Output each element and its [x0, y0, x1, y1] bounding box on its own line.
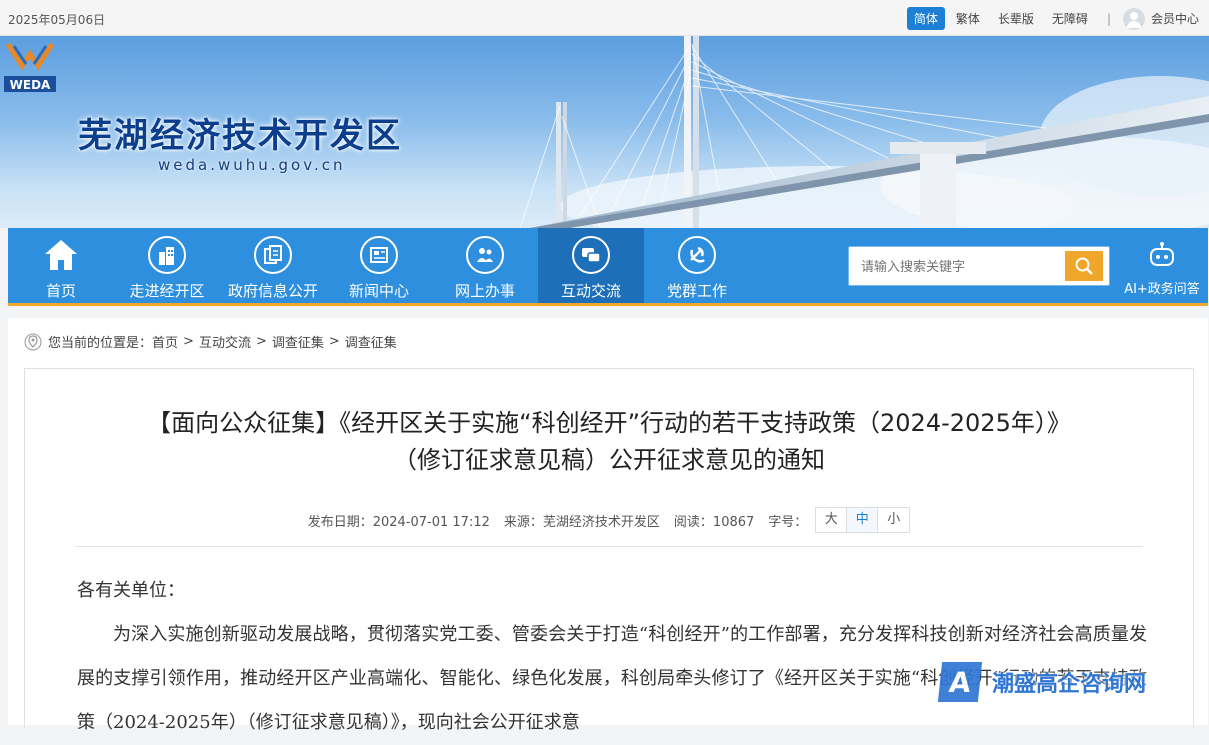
simplified-chinese-link[interactable]: 简体	[906, 7, 945, 30]
newspaper-icon	[360, 236, 398, 274]
nav-item-interaction[interactable]: 互动交流	[538, 228, 644, 303]
search-box	[848, 246, 1110, 286]
people-icon	[466, 236, 504, 274]
publish-date-label: 发布日期：	[307, 514, 373, 530]
article-title-line2: （修订征求意见稿）公开征求意见的通知	[393, 446, 825, 474]
nav-label: 政府信息公开	[227, 282, 318, 300]
breadcrumb: 您当前的位置是： 首页 > 互动交流 > 调查征集 > 调查征集	[24, 332, 397, 351]
nav-item-gov-info[interactable]: 政府信息公开	[220, 228, 326, 303]
top-bar: 2025年05月06日 简体 繁体 长辈版 无障碍 | 会员中心	[0, 0, 1209, 36]
nav-item-home[interactable]: 首页	[8, 228, 114, 303]
member-center-link[interactable]: 会员中心	[1151, 10, 1199, 27]
article-title: 【面向公众征集】《经开区关于实施“科创经开”行动的若干支持政策（2024-202…	[25, 405, 1193, 479]
font-size-large-button[interactable]: 大	[816, 508, 848, 532]
current-date: 2025年05月06日	[8, 13, 106, 27]
breadcrumb-home[interactable]: 首页	[152, 332, 178, 351]
view-count: 阅读：10867	[674, 511, 754, 530]
views-value: 10867	[712, 514, 755, 530]
nav-item-party-work[interactable]: 党群工作	[644, 228, 750, 303]
buildings-icon	[148, 236, 186, 274]
article-title-line1: 【面向公众征集】《经开区关于实施“科创经开”行动的若干支持政策（2024-202…	[147, 409, 1071, 437]
nav-item-online-service[interactable]: 网上办事	[432, 228, 538, 303]
top-links: 简体 繁体 长辈版 无障碍 | 会员中心	[903, 7, 1199, 30]
meta-divider	[75, 546, 1143, 547]
ai-assistant-button[interactable]: AI+政务问答	[1112, 242, 1209, 297]
breadcrumb-prefix: 您当前的位置是：	[48, 336, 153, 351]
font-size-medium-button[interactable]: 中	[847, 508, 879, 532]
ai-label: AI+政务问答	[1124, 282, 1200, 297]
font-size-small-button[interactable]: 小	[878, 508, 909, 532]
site-title[interactable]: 芜湖经济技术开发区	[78, 108, 402, 157]
nav-label: 互动交流	[560, 282, 621, 300]
traditional-chinese-link[interactable]: 繁体	[949, 7, 987, 30]
weda-logo-icon: WEDA	[4, 42, 56, 92]
views-label: 阅读：	[673, 514, 713, 530]
publish-date-value: 2024-07-01 17:12	[372, 514, 490, 530]
logo-text: WEDA	[10, 78, 51, 92]
nav-item-about[interactable]: 走进经开区	[114, 228, 220, 303]
robot-icon	[1150, 242, 1174, 266]
breadcrumb-separator: >	[183, 334, 194, 349]
search-button[interactable]	[1065, 251, 1103, 281]
site-watermark: A 潮盛高企咨询网	[937, 662, 1147, 702]
chat-icon	[572, 236, 610, 274]
nav-label: 党群工作	[666, 282, 727, 300]
source: 来源：芜湖经济技术开发区	[504, 511, 660, 530]
breadcrumb-survey-current[interactable]: 调查征集	[345, 332, 397, 351]
location-pin-icon	[24, 333, 42, 350]
party-emblem-icon	[678, 236, 716, 274]
salutation: 各有关单位：	[77, 580, 185, 601]
source-value: 芜湖经济技术开发区	[542, 514, 660, 530]
breadcrumb-survey[interactable]: 调查征集	[272, 332, 324, 351]
nav-item-news[interactable]: 新闻中心	[326, 228, 432, 303]
watermark-text: 潮盛高企咨询网	[992, 672, 1147, 697]
user-avatar-icon[interactable]	[1122, 7, 1145, 30]
publish-date: 发布日期：2024-07-01 17:12	[308, 511, 490, 530]
nav-label: 走进经开区	[129, 282, 205, 300]
source-label: 来源：	[503, 514, 543, 530]
font-size-switcher: 大 中 小	[815, 507, 911, 533]
breadcrumb-separator: >	[255, 334, 267, 349]
font-size-label: 字号：	[768, 514, 808, 530]
breadcrumb-separator: >	[328, 334, 340, 349]
site-url: weda.wuhu.gov.cn	[158, 156, 346, 174]
article-body: 各有关单位： 为深入实施创新驱动发展战略，贯彻落实党工委、管委会关于打造“科创经…	[77, 569, 1147, 745]
search-input[interactable]	[855, 252, 1063, 282]
breadcrumb-interaction[interactable]: 互动交流	[199, 332, 251, 351]
main-nav: 首页 走进经开区 政府信息公开 新闻中心 网上办事 互动交流 党群工作 请输入搜…	[8, 228, 1208, 306]
nav-label: 首页	[45, 282, 76, 300]
watermark-logo: A	[937, 662, 983, 702]
documents-icon	[254, 236, 292, 274]
elderly-version-link[interactable]: 长辈版	[991, 7, 1041, 30]
article-meta: 发布日期：2024-07-01 17:12 来源：芜湖经济技术开发区 阅读：10…	[25, 507, 1193, 533]
header-banner: WEDA 芜湖经济技术开发区 weda.wuhu.gov.cn	[0, 36, 1209, 228]
search-icon	[1075, 257, 1093, 275]
nav-label: 新闻中心	[348, 282, 409, 300]
nav-label: 网上办事	[454, 282, 515, 300]
top-separator: |	[1106, 11, 1111, 26]
accessibility-link[interactable]: 无障碍	[1045, 7, 1095, 30]
home-icon	[42, 236, 80, 274]
